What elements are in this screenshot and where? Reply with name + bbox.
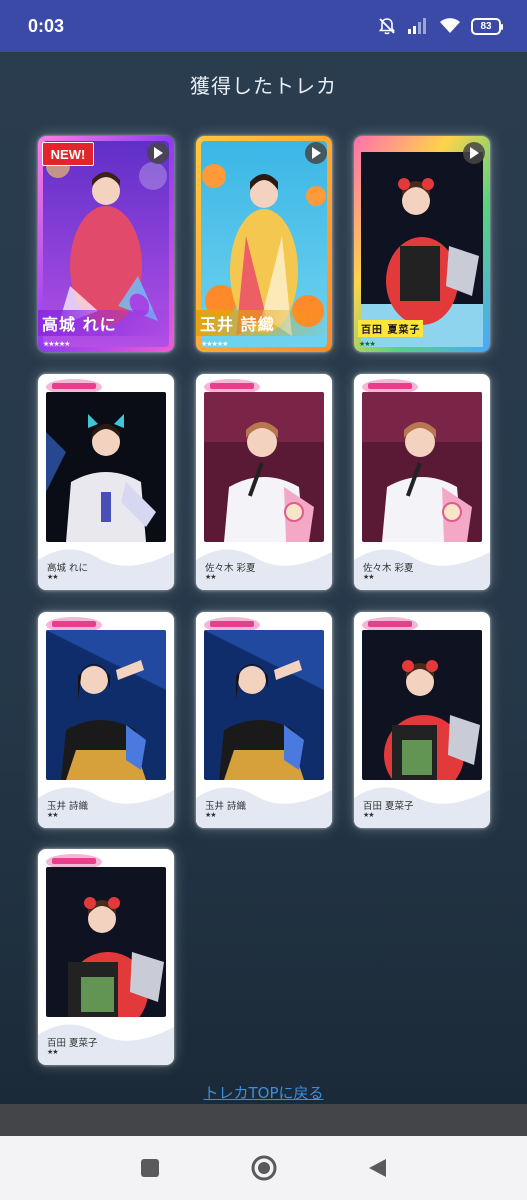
card-stars: ★★★★★	[201, 340, 228, 348]
card-stars: ★★	[205, 811, 217, 819]
card-stars: ★★	[205, 573, 217, 581]
card-name: 高城 れに	[47, 563, 89, 574]
card-photo	[204, 630, 324, 780]
status-time: 0:03	[28, 15, 65, 36]
card-name: 玉井 詩織	[47, 801, 89, 812]
card-name: 佐々木 彩夏	[205, 563, 256, 574]
page-title: 獲得したトレカ	[190, 74, 337, 98]
card-name: 百田 夏菜子	[363, 801, 414, 812]
card-special-kanako[interactable]: 百田 夏菜子 ★★★	[354, 136, 490, 352]
card-name-bar: 高城 れに	[38, 310, 174, 336]
home-icon[interactable]	[250, 1154, 278, 1182]
recent-apps-icon[interactable]	[138, 1156, 162, 1180]
bell-off-icon	[377, 16, 397, 36]
card-stars: ★★★	[359, 340, 376, 348]
navigation-bar	[0, 1136, 527, 1200]
status-bar: 0:03 83	[0, 0, 527, 52]
wifi-icon	[439, 17, 461, 35]
card-photo	[46, 392, 166, 542]
status-icons: 83	[377, 16, 503, 36]
card-name: 百田 夏菜子	[358, 319, 424, 337]
card-photo	[46, 630, 166, 780]
new-badge: NEW!	[42, 142, 94, 166]
card-normal[interactable]: 百田 夏菜子 ★★	[354, 612, 490, 828]
play-icon[interactable]	[463, 142, 485, 164]
card-photo	[362, 392, 482, 542]
card-normal[interactable]: 高城 れに ★★	[38, 374, 174, 590]
play-icon[interactable]	[147, 142, 169, 164]
play-icon[interactable]	[305, 142, 327, 164]
card-photo	[46, 867, 166, 1017]
card-stars: ★★	[47, 573, 59, 581]
card-name: 高城 れに	[42, 315, 117, 334]
main-content: 獲得したトレカ 高城 れに ★★★★★ NEW! 玉井 詩織 ★★★★★ 百田 …	[0, 52, 527, 1104]
card-stars: ★★	[47, 811, 59, 819]
card-photo	[204, 392, 324, 542]
card-normal[interactable]: 佐々木 彩夏 ★★	[196, 374, 332, 590]
card-stars: ★★	[363, 811, 375, 819]
bottom-divider	[0, 1104, 527, 1136]
card-stars: ★★★★★	[43, 340, 70, 348]
card-photo	[362, 630, 482, 780]
card-name: 玉井 詩織	[205, 801, 247, 812]
back-icon[interactable]	[366, 1156, 390, 1180]
card-special-reni[interactable]: 高城 れに ★★★★★ NEW!	[38, 136, 174, 352]
back-to-top-link[interactable]: トレカTOPに戻る	[0, 1082, 527, 1103]
card-normal[interactable]: 玉井 詩織 ★★	[196, 612, 332, 828]
card-name: 百田 夏菜子	[47, 1038, 98, 1049]
card-name-bar: 百田 夏菜子	[354, 318, 490, 338]
card-name: 玉井 詩織	[200, 315, 275, 334]
card-normal[interactable]: 佐々木 彩夏 ★★	[354, 374, 490, 590]
signal-icon	[407, 17, 429, 35]
card-special-shiori[interactable]: 玉井 詩織 ★★★★★	[196, 136, 332, 352]
battery-icon: 83	[471, 17, 503, 35]
card-normal[interactable]: 百田 夏菜子 ★★	[38, 849, 174, 1065]
card-stars: ★★	[47, 1048, 59, 1056]
card-stars: ★★	[363, 573, 375, 581]
card-normal[interactable]: 玉井 詩織 ★★	[38, 612, 174, 828]
card-name-bar: 玉井 詩織	[196, 310, 332, 336]
card-name: 佐々木 彩夏	[363, 563, 414, 574]
